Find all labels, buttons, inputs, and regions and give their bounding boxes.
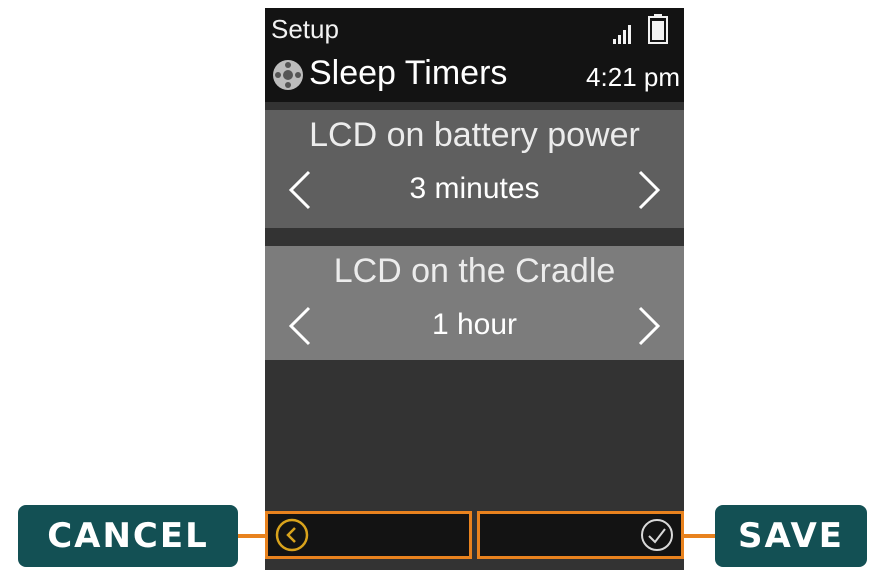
page-title: Sleep Timers (309, 54, 508, 92)
status-bar: Setup (265, 8, 684, 52)
cradle-setting: LCD on the Cradle 1 hour (265, 246, 684, 360)
checkmark-circle-icon[interactable] (639, 517, 675, 553)
cancel-connector (238, 534, 265, 538)
chevron-left-circle-icon[interactable] (274, 517, 310, 553)
battery-power-value: 3 minutes (409, 172, 540, 205)
steering-wheel-icon (273, 60, 303, 90)
cradle-label: LCD on the Cradle (333, 252, 616, 290)
chevron-right-icon[interactable] (632, 304, 666, 348)
cradle-value: 1 hour (431, 308, 518, 341)
battery-power-label: LCD on battery power (309, 116, 640, 154)
save-connector (684, 534, 715, 538)
battery-icon (648, 14, 668, 44)
clock-time: 4:21 pm (586, 62, 680, 92)
setup-label: Setup (271, 14, 339, 44)
cancel-softkey[interactable] (265, 511, 472, 559)
signal-bars-icon (613, 25, 631, 44)
device-screen: Setup Sleep Timers 4:21 pm LCD on batter… (265, 8, 684, 570)
chevron-right-icon[interactable] (632, 168, 666, 212)
save-callout: SAVE (715, 505, 867, 567)
battery-power-setting: LCD on battery power 3 minutes (265, 110, 684, 228)
save-softkey[interactable] (477, 511, 684, 559)
cancel-callout: CANCEL (18, 505, 238, 567)
title-bar: Sleep Timers 4:21 pm (265, 52, 684, 102)
